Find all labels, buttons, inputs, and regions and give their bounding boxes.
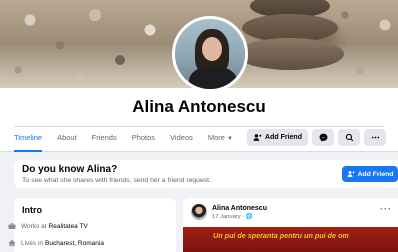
more-dots-icon (371, 136, 379, 139)
intro-work-prefix: Works at (21, 222, 47, 230)
add-friend-label: Add Friend (265, 134, 302, 141)
post-image[interactable]: Un pui de speranta pentru un pui de om (183, 227, 398, 252)
tab-about[interactable]: About (57, 130, 77, 152)
add-user-icon (253, 134, 262, 141)
tab-timeline[interactable]: Timeline (14, 130, 43, 152)
intro-lives-row: Lives in Bucharest, Romania (8, 239, 104, 247)
messenger-icon (319, 133, 327, 142)
post-author-name[interactable]: Alina Antonescu (212, 205, 267, 212)
tab-label: Videos (170, 133, 193, 142)
tab-label: About (57, 133, 77, 142)
search-icon (345, 133, 353, 142)
friend-request-card: Do you know Alina? To see what she share… (14, 160, 398, 188)
search-button[interactable] (338, 129, 360, 146)
tab-label: Friends (91, 133, 117, 142)
friend-request-subtitle: To see what she shares with friends, sen… (22, 177, 211, 184)
post-date-text: 17 January · (212, 214, 246, 220)
tab-label: More (207, 133, 225, 142)
more-options-button[interactable] (364, 129, 386, 146)
timeline-post: Alina Antonescu 17 January · 🌐 ··· Un pu… (183, 198, 398, 252)
profile-actions: Add Friend (247, 129, 386, 146)
home-icon (8, 239, 16, 247)
intro-title: Intro (22, 205, 42, 215)
tab-videos[interactable]: Videos (170, 130, 193, 152)
tab-friends[interactable]: Friends (92, 130, 117, 152)
globe-icon: 🌐 (245, 214, 254, 220)
post-author-avatar[interactable] (191, 204, 207, 220)
add-user-icon (347, 171, 355, 177)
add-friend-primary-button[interactable]: Add Friend (342, 166, 398, 182)
briefcase-icon (8, 223, 16, 229)
tab-label: Photos (131, 133, 156, 142)
caret-down-icon: ▼ (226, 136, 233, 142)
tab-more[interactable]: More ▼ (208, 130, 233, 152)
intro-lives-prefix: Lives in (21, 239, 44, 247)
friend-request-title: Do you know Alina? (22, 164, 118, 175)
intro-work-place-link[interactable]: Realitatea TV (49, 223, 88, 230)
post-more-button[interactable]: ··· (380, 204, 392, 214)
add-friend-button[interactable]: Add Friend (247, 129, 308, 146)
cover-stone (236, 38, 344, 70)
avatar-face (202, 37, 222, 61)
tab-photos[interactable]: Photos (132, 130, 155, 152)
post-image-caption: Un pui de speranta pentru un pui de om (213, 231, 349, 240)
avatar-body (189, 67, 237, 89)
profile-header: Alina Antonescu Timeline About Friends P… (0, 88, 398, 152)
message-button[interactable] (312, 129, 334, 146)
intro-lives-place-link[interactable]: Bucharest, Romania (45, 240, 104, 247)
tab-label: Timeline (14, 133, 43, 142)
profile-name: Alina Antonescu (132, 97, 266, 116)
post-date[interactable]: 17 January · 🌐 (212, 214, 253, 220)
profile-picture[interactable] (172, 16, 248, 92)
add-friend-primary-label: Add Friend (357, 170, 394, 178)
intro-work-row: Works at Realitatea TV (8, 222, 88, 230)
